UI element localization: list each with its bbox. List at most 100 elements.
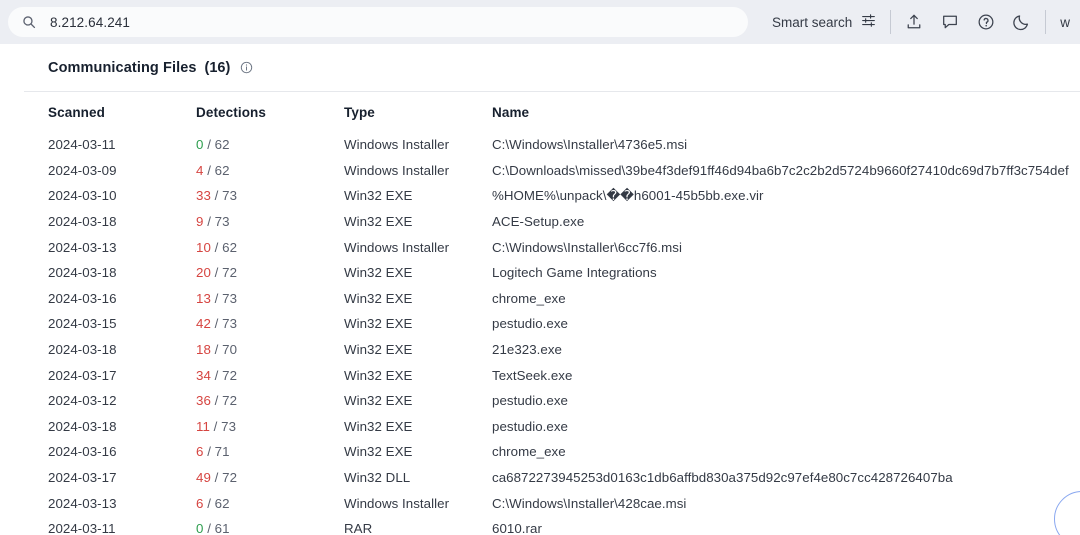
cell-detections: 20 / 72 xyxy=(196,260,344,286)
cell-detections: 18 / 70 xyxy=(196,337,344,363)
cell-scanned: 2024-03-16 xyxy=(48,290,117,306)
table-row[interactable]: 2024-03-13 10 / 62 Windows Installer C:\Win… xyxy=(48,234,1080,260)
cell-type: Win32 EXE xyxy=(344,316,413,332)
table-row[interactable]: 2024-03-18 20 / 72 Win32 EXE Logitech Game … xyxy=(48,260,1080,286)
cell-name[interactable]: %HOME%\unpack\��h6001-45b5bb.exe.vir xyxy=(492,183,1080,209)
table-row[interactable]: 2024-03-16 6 / 71 Win32 EXE chrome_exe xyxy=(48,439,1080,465)
detection-total: / 72 xyxy=(210,265,238,281)
detection-total: / 72 xyxy=(210,470,238,486)
cell-name[interactable]: 21e323.exe xyxy=(492,337,1080,363)
cell-detections: 34 / 72 xyxy=(196,362,344,388)
cell-name[interactable]: pestudio.exe xyxy=(492,311,1080,337)
comment-icon[interactable] xyxy=(941,13,959,31)
help-icon[interactable] xyxy=(977,13,995,31)
detection-count: 49 xyxy=(196,470,211,486)
top-bar: 8.212.64.241 Smart search w xyxy=(0,0,1080,44)
detection-count: 11 xyxy=(196,418,210,434)
smart-search-label: Smart search xyxy=(772,14,853,30)
cell-name[interactable]: C:\Windows\Installer\6cc7f6.msi xyxy=(492,234,1080,260)
smart-search-button[interactable]: Smart search xyxy=(772,13,876,31)
cell-name[interactable]: pestudio.exe xyxy=(492,414,1080,440)
table-row[interactable]: 2024-03-17 49 / 72 Win32 DLL ca687227394525… xyxy=(48,465,1080,491)
icon-toolbar xyxy=(905,13,1031,31)
search-icon xyxy=(22,15,36,29)
cell-name[interactable]: chrome_exe xyxy=(492,439,1080,465)
detection-total: / 62 xyxy=(203,137,230,153)
cell-type: Win32 EXE xyxy=(344,444,413,460)
table-row[interactable]: 2024-03-12 36 / 72 Win32 EXE pestudio.exe xyxy=(48,388,1080,414)
cell-scanned: 2024-03-18 xyxy=(48,214,117,230)
cell-scanned: 2024-03-17 xyxy=(48,470,117,486)
cell-type: Win32 EXE xyxy=(344,265,413,281)
table-row[interactable]: 2024-03-15 42 / 73 Win32 EXE pestudio.exe xyxy=(48,311,1080,337)
cell-type: Win32 EXE xyxy=(344,188,413,204)
table-row[interactable]: 2024-03-11 0 / 61 RAR 6010.rar xyxy=(48,516,1080,535)
top-bar-actions: Smart search w xyxy=(772,10,1080,34)
dark-mode-icon[interactable] xyxy=(1013,13,1031,31)
cell-detections: 49 / 72 xyxy=(196,465,344,491)
cell-scanned: 2024-03-15 xyxy=(48,316,117,332)
cell-name[interactable]: TextSeek.exe xyxy=(492,362,1080,388)
detection-total: / 62 xyxy=(210,239,238,255)
cell-name[interactable]: Logitech Game Integrations xyxy=(492,260,1080,286)
communicating-files-table: Scanned Detections Type Name 2024-03-11 0… xyxy=(48,92,1080,535)
detection-total: / 71 xyxy=(203,444,230,460)
cell-name[interactable]: C:\Downloads\missed\39be4f3def91ff46d94b… xyxy=(492,158,1080,184)
cell-type: Win32 EXE xyxy=(344,393,413,409)
cell-name[interactable]: chrome_exe xyxy=(492,286,1080,312)
cell-scanned: 2024-03-13 xyxy=(48,239,117,255)
detection-count: 34 xyxy=(196,367,211,383)
table-row[interactable]: 2024-03-18 9 / 73 Win32 EXE ACE-Setup.exe xyxy=(48,209,1080,235)
cell-name[interactable]: C:\Windows\Installer\4736e5.msi xyxy=(492,132,1080,158)
cell-name[interactable]: pestudio.exe xyxy=(492,388,1080,414)
cell-scanned: 2024-03-09 xyxy=(48,162,117,178)
cell-scanned: 2024-03-12 xyxy=(48,393,117,409)
search-input[interactable]: 8.212.64.241 xyxy=(8,7,748,37)
table-row[interactable]: 2024-03-13 6 / 62 Windows Installer C:\Wind… xyxy=(48,490,1080,516)
cell-type: Windows Installer xyxy=(344,137,450,153)
table-row[interactable]: 2024-03-11 0 / 62 Windows Installer C:\Wind… xyxy=(48,132,1080,158)
info-icon[interactable] xyxy=(240,61,253,74)
column-header-detections[interactable]: Detections xyxy=(196,92,344,132)
table-row[interactable]: 2024-03-18 18 / 70 Win32 EXE 21e323.exe xyxy=(48,337,1080,363)
divider xyxy=(890,10,892,34)
detection-total: / 73 xyxy=(203,214,230,230)
table-row[interactable]: 2024-03-17 34 / 72 Win32 EXE TextSeek.exe xyxy=(48,362,1080,388)
cell-detections: 6 / 71 xyxy=(196,439,344,465)
cell-name[interactable]: C:\Windows\Installer\428cae.msi xyxy=(492,490,1080,516)
page-title: Communicating Files xyxy=(48,59,197,76)
cell-detections: 9 / 73 xyxy=(196,209,344,235)
cell-detections: 33 / 73 xyxy=(196,183,344,209)
cell-type: Win32 EXE xyxy=(344,367,413,383)
table-row[interactable]: 2024-03-10 33 / 73 Win32 EXE %HOME%\unpack\… xyxy=(48,183,1080,209)
table-row[interactable]: 2024-03-16 13 / 73 Win32 EXE chrome_exe xyxy=(48,286,1080,312)
table-row[interactable]: 2024-03-18 11 / 73 Win32 EXE pestudio.exe xyxy=(48,414,1080,440)
cell-detections: 0 / 62 xyxy=(196,132,344,158)
files-table-container: Scanned Detections Type Name 2024-03-11 0… xyxy=(24,91,1080,535)
cell-scanned: 2024-03-13 xyxy=(48,495,117,511)
detection-total: / 72 xyxy=(210,393,238,409)
cell-name[interactable]: ACE-Setup.exe xyxy=(492,209,1080,235)
table-row[interactable]: 2024-03-09 4 / 62 Windows Installer C:\Down… xyxy=(48,158,1080,184)
cell-type: Windows Installer xyxy=(344,162,450,178)
cell-type: Win32 DLL xyxy=(344,470,411,486)
cell-type: Win32 EXE xyxy=(344,342,413,358)
column-header-scanned[interactable]: Scanned xyxy=(48,92,196,132)
search-input-value: 8.212.64.241 xyxy=(50,14,131,30)
cell-scanned: 2024-03-16 xyxy=(48,444,117,460)
cell-detections: 6 / 62 xyxy=(196,490,344,516)
cell-name[interactable]: 6010.rar xyxy=(492,516,1080,535)
divider xyxy=(1045,10,1047,34)
detection-count: 20 xyxy=(196,265,211,281)
column-header-name[interactable]: Name xyxy=(492,92,1080,132)
cell-name[interactable]: ca6872273945253d0163c1db6affbd830a375d92… xyxy=(492,465,1080,491)
user-menu-label[interactable]: w xyxy=(1060,15,1070,30)
cell-scanned: 2024-03-18 xyxy=(48,418,117,434)
upload-icon[interactable] xyxy=(905,13,923,31)
filter-sliders-icon xyxy=(861,13,876,31)
cell-type: Win32 EXE xyxy=(344,418,413,434)
detection-total: / 73 xyxy=(210,290,238,306)
column-header-type[interactable]: Type xyxy=(344,92,492,132)
cell-detections: 42 / 73 xyxy=(196,311,344,337)
cell-detections: 10 / 62 xyxy=(196,234,344,260)
